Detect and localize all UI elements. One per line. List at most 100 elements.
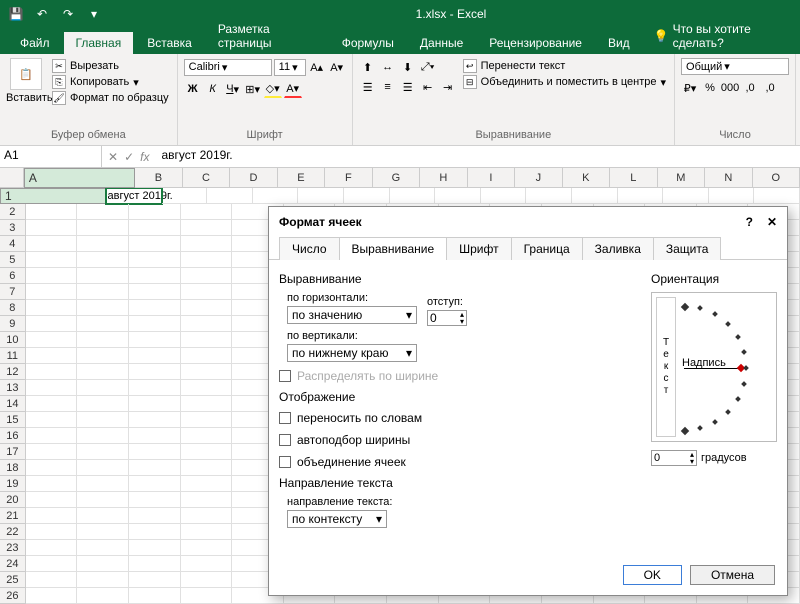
cell[interactable] — [181, 268, 233, 284]
increase-decimal-icon[interactable]: ,0 — [741, 79, 759, 97]
cell[interactable] — [481, 188, 527, 204]
cell[interactable] — [129, 284, 181, 300]
cell[interactable] — [77, 204, 129, 220]
cell[interactable] — [26, 252, 78, 268]
font-color-button[interactable]: A▾ — [284, 80, 302, 98]
row-header[interactable]: 12 — [0, 364, 26, 380]
dlg-tab-number[interactable]: Число — [279, 237, 340, 260]
cell[interactable] — [26, 332, 78, 348]
cell[interactable] — [77, 284, 129, 300]
fx-icon[interactable]: fx — [140, 150, 149, 164]
formula-bar[interactable]: август 2019г. — [155, 146, 800, 167]
col-header-F[interactable]: F — [325, 168, 372, 188]
cell[interactable] — [26, 572, 78, 588]
col-header-H[interactable]: H — [420, 168, 467, 188]
cell[interactable] — [253, 188, 299, 204]
cell[interactable] — [129, 476, 181, 492]
cell[interactable] — [129, 556, 181, 572]
merge-center-button[interactable]: ⊟Объединить и поместить в центре ▾ — [461, 74, 668, 90]
tab-data[interactable]: Данные — [408, 32, 475, 54]
col-header-L[interactable]: L — [610, 168, 657, 188]
cut-button[interactable]: ✂Вырезать — [50, 58, 171, 74]
row-header[interactable]: 6 — [0, 268, 26, 284]
cell[interactable] — [181, 252, 233, 268]
cell[interactable] — [77, 220, 129, 236]
cell[interactable] — [26, 524, 78, 540]
cell[interactable] — [26, 300, 78, 316]
decrease-indent-icon[interactable]: ⇤ — [419, 78, 437, 96]
col-header-K[interactable]: K — [563, 168, 610, 188]
degrees-spinner[interactable]: 0▴▾ — [651, 450, 697, 466]
shrink-checkbox[interactable]: автоподбор ширины — [279, 432, 639, 448]
col-header-N[interactable]: N — [705, 168, 752, 188]
cell[interactable] — [390, 188, 436, 204]
cell[interactable] — [77, 316, 129, 332]
cell[interactable] — [181, 332, 233, 348]
cell[interactable] — [181, 588, 233, 604]
copy-button[interactable]: ⎘Копировать ▾ — [50, 74, 171, 90]
cell[interactable] — [129, 492, 181, 508]
cell[interactable] — [77, 460, 129, 476]
cell[interactable] — [26, 364, 78, 380]
number-format-combo[interactable]: Общий▾ — [681, 58, 789, 75]
paste-button[interactable]: 📋 Вставить — [6, 58, 46, 104]
underline-button[interactable]: Ч▾ — [224, 80, 242, 98]
cell[interactable] — [26, 316, 78, 332]
cell[interactable] — [181, 476, 233, 492]
cell[interactable] — [77, 268, 129, 284]
merge-checkbox[interactable]: объединение ячеек — [279, 454, 639, 470]
ok-button[interactable]: OK — [623, 565, 682, 585]
cell[interactable] — [77, 444, 129, 460]
row-header[interactable]: 5 — [0, 252, 26, 268]
decrease-decimal-icon[interactable]: ,0 — [761, 79, 779, 97]
col-header-I[interactable]: I — [468, 168, 515, 188]
cell[interactable] — [77, 476, 129, 492]
row-header[interactable]: 16 — [0, 428, 26, 444]
row-header[interactable]: 22 — [0, 524, 26, 540]
cell[interactable] — [181, 204, 233, 220]
cell[interactable] — [181, 284, 233, 300]
tab-pagelayout[interactable]: Разметка страницы — [206, 18, 328, 54]
row-header[interactable]: 19 — [0, 476, 26, 492]
cell[interactable] — [129, 332, 181, 348]
row-header[interactable]: 13 — [0, 380, 26, 396]
close-icon[interactable]: ✕ — [767, 215, 777, 229]
orientation-vertical-text[interactable]: Текст — [656, 297, 676, 437]
cell[interactable] — [129, 316, 181, 332]
thousands-icon[interactable]: 000 — [721, 79, 739, 97]
align-right-icon[interactable]: ☰ — [399, 78, 417, 96]
cell[interactable] — [344, 188, 390, 204]
row-header[interactable]: 24 — [0, 556, 26, 572]
cell[interactable] — [77, 428, 129, 444]
cell[interactable] — [298, 188, 344, 204]
row-header[interactable]: 1 — [0, 188, 106, 204]
fill-color-button[interactable]: ◇▾ — [264, 80, 282, 98]
row-header[interactable]: 25 — [0, 572, 26, 588]
cell[interactable] — [181, 364, 233, 380]
col-header-B[interactable]: B — [135, 168, 182, 188]
row-header[interactable]: 10 — [0, 332, 26, 348]
cell[interactable] — [129, 412, 181, 428]
cell[interactable] — [129, 444, 181, 460]
cell[interactable] — [181, 540, 233, 556]
cell[interactable] — [129, 348, 181, 364]
cancel-formula-icon[interactable]: ✕ — [108, 150, 118, 164]
cell[interactable] — [77, 300, 129, 316]
cell[interactable] — [26, 268, 78, 284]
cell[interactable] — [162, 188, 208, 204]
tab-review[interactable]: Рецензирование — [477, 32, 594, 54]
cell[interactable] — [526, 188, 572, 204]
cell[interactable] — [181, 428, 233, 444]
cell[interactable] — [26, 444, 78, 460]
cell[interactable] — [129, 380, 181, 396]
row-header[interactable]: 21 — [0, 508, 26, 524]
cell[interactable] — [181, 348, 233, 364]
cell[interactable] — [181, 396, 233, 412]
cell[interactable] — [181, 380, 233, 396]
align-top-icon[interactable]: ⬆ — [359, 58, 377, 76]
indent-spinner[interactable]: 0▴▾ — [427, 310, 467, 326]
col-header-M[interactable]: M — [658, 168, 705, 188]
row-header[interactable]: 11 — [0, 348, 26, 364]
increase-font-icon[interactable]: A▴ — [308, 58, 326, 76]
cell[interactable] — [77, 572, 129, 588]
